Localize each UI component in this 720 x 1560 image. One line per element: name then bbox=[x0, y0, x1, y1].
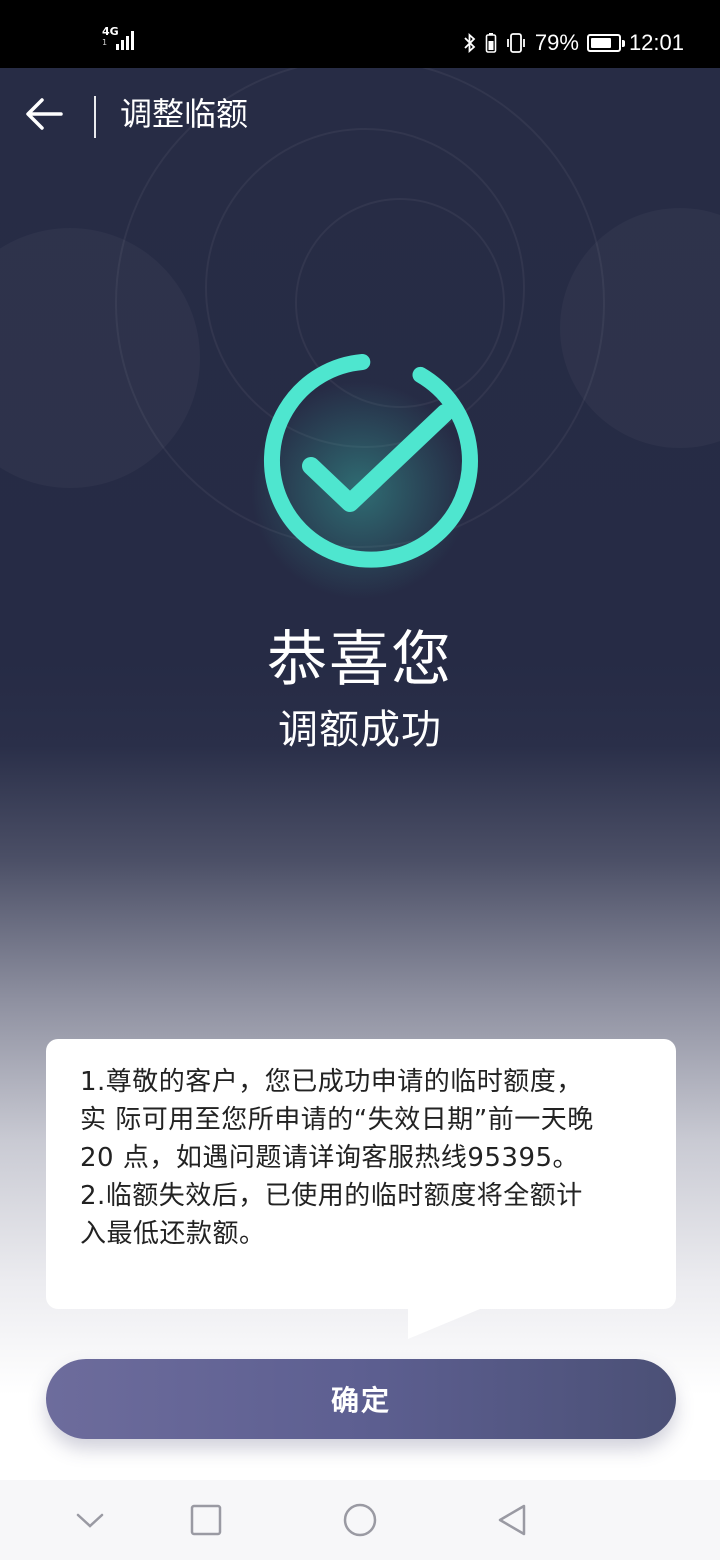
success-check-icon bbox=[263, 354, 478, 568]
status-icons: 79% 12:01 bbox=[463, 28, 684, 58]
success-headline: 恭喜您 bbox=[267, 625, 453, 695]
network-sim: 1 bbox=[102, 38, 108, 47]
clock: 12:01 bbox=[628, 30, 684, 55]
collapse-chevron-icon[interactable] bbox=[68, 1498, 112, 1542]
notice-line: 实 际可用至您所申请的“失效日期”前一天晚 bbox=[80, 1105, 594, 1135]
cellular-signal-icon: 4G 1 bbox=[100, 26, 140, 54]
recents-square-icon[interactable] bbox=[184, 1498, 228, 1542]
page-title: 调整临额 bbox=[120, 95, 249, 133]
status-bar: 4G 1 79% 12:01 bbox=[0, 0, 720, 68]
vibrate-icon bbox=[506, 33, 525, 53]
battery-percent: 79% bbox=[534, 30, 579, 55]
success-subtitle: 调额成功 bbox=[278, 707, 442, 753]
notice-line: 2.临额失效后，已使用的临时额度将全额计 bbox=[80, 1181, 583, 1211]
notice-line: 1.尊敬的客户，您已成功申请的临时额度， bbox=[80, 1067, 583, 1097]
notice-line: 20 点，如遇问题请详询客服热线95395。 bbox=[80, 1143, 580, 1173]
notice-card: 1.尊敬的客户，您已成功申请的临时额度， 实 际可用至您所申请的“失效日期”前一… bbox=[46, 1039, 676, 1339]
back-button[interactable] bbox=[24, 92, 64, 136]
home-circle-icon[interactable] bbox=[338, 1498, 382, 1542]
back-triangle-icon[interactable] bbox=[490, 1498, 534, 1542]
battery-icon bbox=[586, 34, 625, 52]
back-arrow-icon bbox=[26, 98, 63, 130]
notice-line: 入最低还款额。 bbox=[80, 1219, 266, 1249]
system-navigation-bar bbox=[0, 1480, 720, 1560]
bluetooth-icon bbox=[464, 32, 476, 54]
battery-small-icon bbox=[485, 33, 497, 53]
confirm-button[interactable]: 确定 bbox=[46, 1359, 676, 1439]
header-divider bbox=[94, 96, 96, 138]
